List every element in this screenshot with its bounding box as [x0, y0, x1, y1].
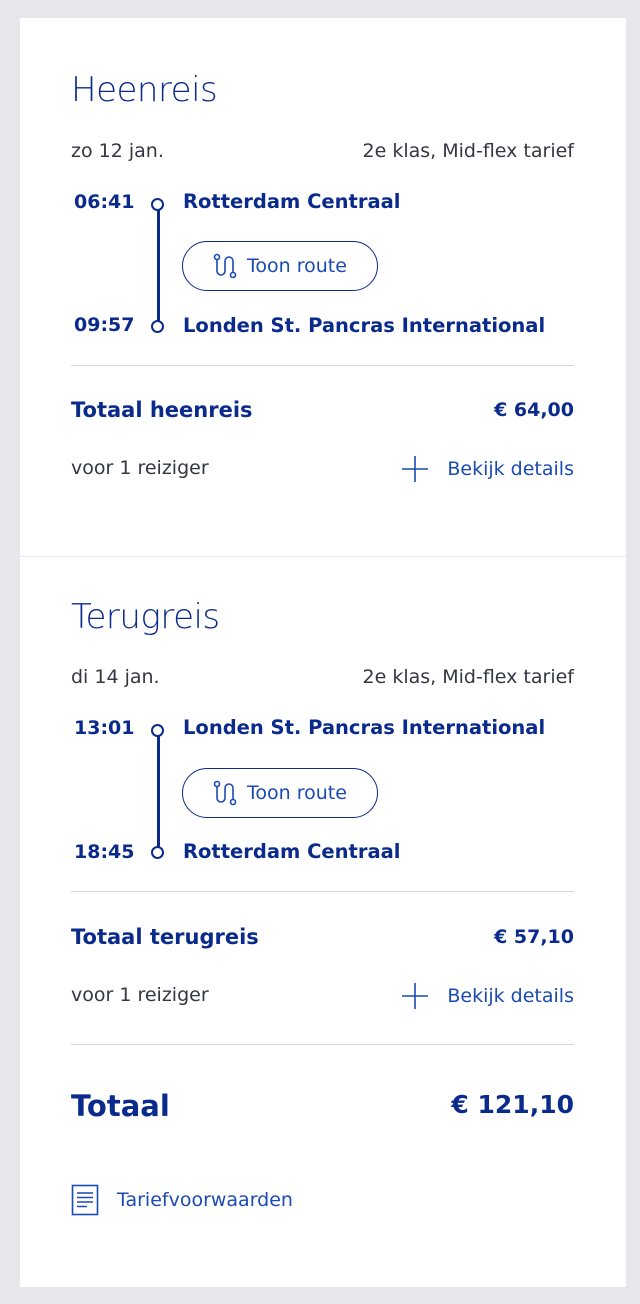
divider — [71, 891, 574, 892]
divider — [71, 365, 574, 366]
arrival-time: 09:57 — [74, 314, 135, 336]
journey-line — [156, 210, 160, 324]
route-icon — [213, 780, 237, 806]
arrival-stop-marker — [151, 846, 164, 859]
return-details-link[interactable]: Bekijk details — [401, 982, 574, 1010]
journey-line — [156, 736, 160, 850]
plus-icon — [402, 456, 429, 482]
show-route-button[interactable]: Toon route — [182, 768, 378, 818]
fare-conditions-link[interactable]: Tariefvoorwaarden — [71, 1184, 293, 1216]
return-date: di 14 jan. — [71, 666, 160, 688]
return-card: Terugreis di 14 jan. 2e klas, Mid-flex t… — [20, 557, 626, 1287]
show-route-label: Toon route — [247, 255, 347, 277]
arrival-time: 18:45 — [74, 841, 135, 863]
return-total-label: Totaal terugreis — [71, 925, 259, 949]
fare-conditions-label: Tariefvoorwaarden — [117, 1189, 293, 1211]
return-total-price: € 57,10 — [494, 926, 574, 948]
outbound-title: Heenreis — [71, 70, 218, 110]
route-icon — [213, 253, 237, 279]
divider — [71, 1044, 574, 1045]
arrival-station: Rotterdam Centraal — [183, 840, 401, 863]
show-route-button[interactable]: Toon route — [182, 241, 378, 291]
departure-stop-marker — [151, 198, 164, 211]
departure-time: 13:01 — [74, 717, 135, 739]
outbound-details-label: Bekijk details — [447, 458, 574, 480]
outbound-total-label: Totaal heenreis — [71, 398, 253, 422]
outbound-traveler-count: voor 1 reiziger — [71, 457, 209, 479]
outbound-card: Heenreis zo 12 jan. 2e klas, Mid-flex ta… — [20, 18, 626, 556]
outbound-total-price: € 64,00 — [494, 399, 574, 421]
grand-total-label: Totaal — [71, 1089, 170, 1123]
return-class-fare: 2e klas, Mid-flex tarief — [362, 666, 574, 688]
return-details-label: Bekijk details — [447, 985, 574, 1007]
document-icon — [71, 1184, 99, 1216]
outbound-class-fare: 2e klas, Mid-flex tarief — [362, 140, 574, 162]
departure-station: Londen St. Pancras International — [183, 716, 546, 739]
outbound-details-link[interactable]: Bekijk details — [401, 455, 574, 483]
arrival-station: Londen St. Pancras International — [183, 314, 546, 337]
departure-stop-marker — [151, 724, 164, 737]
return-traveler-count: voor 1 reiziger — [71, 984, 209, 1006]
departure-time: 06:41 — [74, 191, 135, 213]
plus-icon — [402, 983, 429, 1009]
outbound-date: zo 12 jan. — [71, 140, 164, 162]
return-title: Terugreis — [71, 597, 220, 637]
arrival-stop-marker — [151, 320, 164, 333]
departure-station: Rotterdam Centraal — [183, 190, 401, 213]
grand-total-price: € 121,10 — [451, 1090, 574, 1119]
show-route-label: Toon route — [247, 782, 347, 804]
